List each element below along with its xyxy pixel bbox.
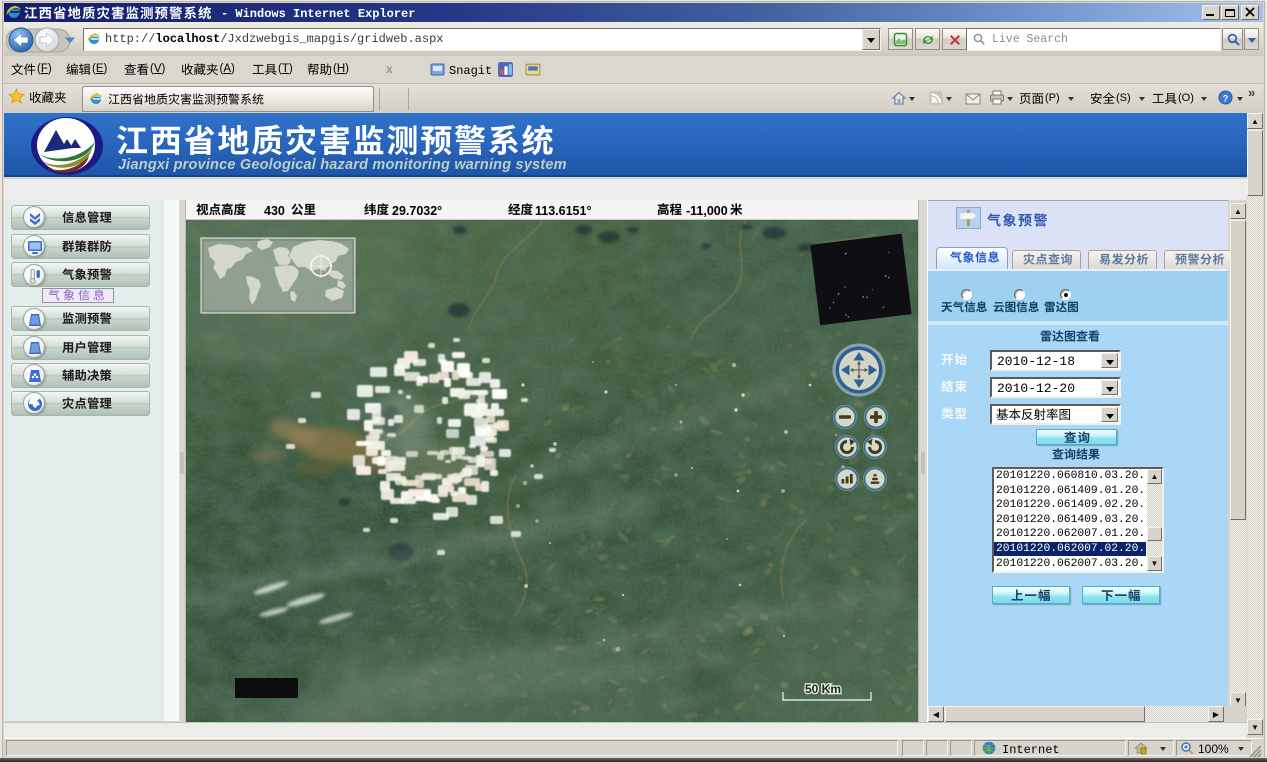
svg-text:?: ? [1223,93,1229,103]
svg-text:50 Km: 50 Km [805,682,841,696]
